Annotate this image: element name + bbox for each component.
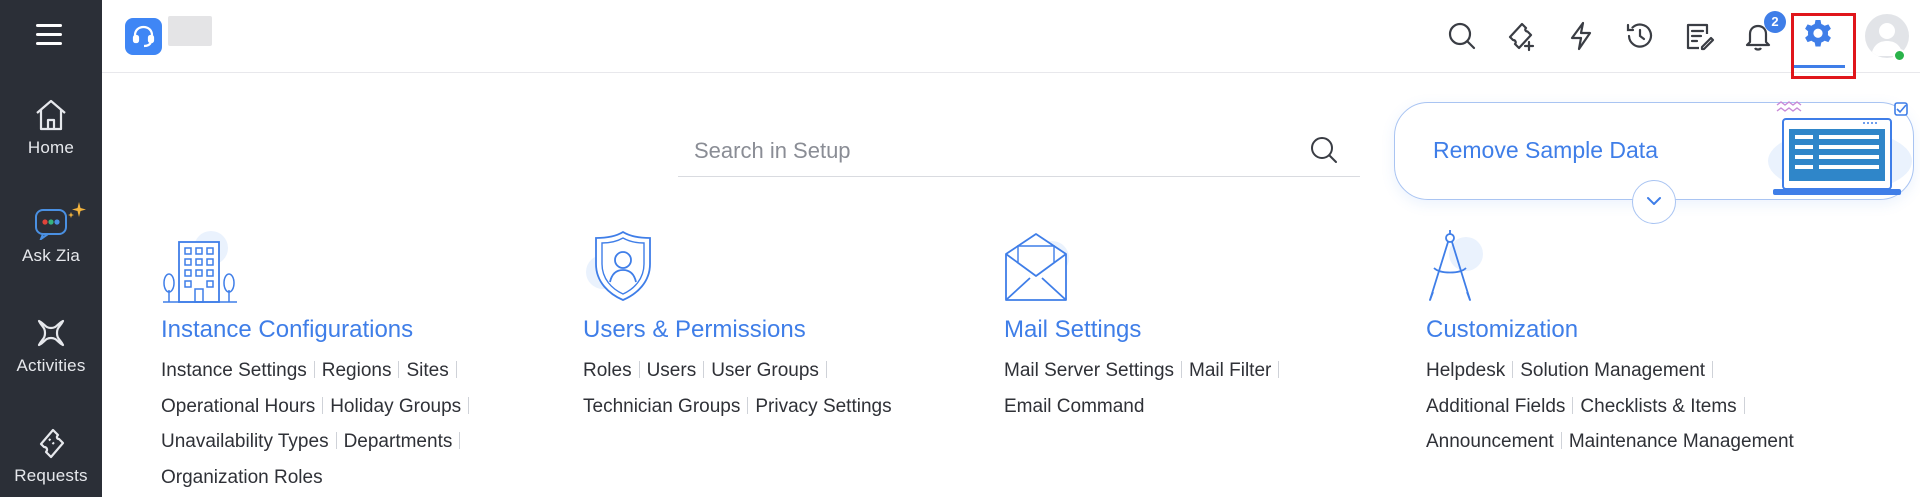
category-instance-configurations: Instance Configurations Instance Setting… <box>161 228 581 495</box>
user-shield-icon <box>586 230 651 301</box>
link-list: Mail Server Settings Mail Filter Email Co… <box>1004 353 1424 424</box>
setup-search-bar <box>678 128 1360 177</box>
sidebar-item-requests[interactable]: Requests <box>0 426 102 486</box>
link-checklists-items[interactable]: Checklists & Items <box>1580 396 1736 417</box>
sidebar-item-ask-zia[interactable]: Ask Zia <box>0 202 102 266</box>
mail-icon <box>1005 233 1069 301</box>
link-list: Instance Settings Regions Sites Operationa… <box>161 353 581 495</box>
remove-sample-data-link[interactable]: Remove Sample Data <box>1433 137 1658 164</box>
link-holiday-groups[interactable]: Holiday Groups <box>330 396 461 417</box>
link-maintenance-management[interactable]: Maintenance Management <box>1569 431 1794 452</box>
separator <box>313 361 315 378</box>
category-title[interactable]: Users & Permissions <box>583 315 1003 345</box>
link-additional-fields[interactable]: Additional Fields <box>1426 396 1565 417</box>
sidebar-item-activities[interactable]: Activities <box>0 316 102 376</box>
hamburger-menu-icon[interactable] <box>36 24 62 46</box>
search-input[interactable] <box>678 128 1298 174</box>
separator <box>1278 361 1280 378</box>
online-status-dot <box>1893 49 1906 62</box>
category-mail-settings: Mail Settings Mail Server Settings Mail F… <box>1004 228 1424 424</box>
link-mail-server-settings[interactable]: Mail Server Settings <box>1004 360 1174 381</box>
separator <box>747 396 749 414</box>
building-icon <box>163 231 237 303</box>
separator <box>322 396 324 414</box>
separator <box>1181 361 1183 378</box>
separator <box>1572 396 1574 414</box>
link-users[interactable]: Users <box>647 360 697 381</box>
separator <box>1712 361 1714 378</box>
data-table-illustration-icon <box>1768 101 1912 195</box>
link-email-command[interactable]: Email Command <box>1004 396 1144 417</box>
link-departments[interactable]: Departments <box>344 431 453 452</box>
separator <box>335 432 337 449</box>
zia-icon <box>35 209 67 240</box>
link-instance-settings[interactable]: Instance Settings <box>161 360 307 381</box>
sidebar-item-label: Activities <box>16 356 86 375</box>
link-announcement[interactable]: Announcement <box>1426 431 1554 452</box>
link-roles[interactable]: Roles <box>583 360 632 381</box>
separator <box>1560 432 1562 449</box>
expand-card-button[interactable] <box>1632 180 1676 224</box>
separator <box>638 361 640 378</box>
link-user-groups[interactable]: User Groups <box>711 360 819 381</box>
left-sidebar: Home Ask Zia Activities Requests <box>0 0 102 497</box>
category-title[interactable]: Instance Configurations <box>161 315 581 345</box>
requests-icon <box>39 428 65 459</box>
link-operational-hours[interactable]: Operational Hours <box>161 396 315 417</box>
sidebar-item-label: Requests <box>14 466 88 485</box>
link-mail-filter[interactable]: Mail Filter <box>1189 360 1271 381</box>
link-helpdesk[interactable]: Helpdesk <box>1426 360 1505 381</box>
separator <box>703 361 705 378</box>
link-unavailability-types[interactable]: Unavailability Types <box>161 431 329 452</box>
link-list: Roles Users User Groups Technician Groups P… <box>583 353 1003 424</box>
quick-actions-icon[interactable] <box>1565 20 1597 52</box>
link-sites[interactable]: Sites <box>406 360 448 381</box>
search-icon[interactable] <box>1308 134 1340 166</box>
sidebar-item-home[interactable]: Home <box>0 98 102 158</box>
separator <box>468 396 470 414</box>
separator <box>398 361 400 378</box>
history-icon[interactable] <box>1624 20 1656 52</box>
app-logo[interactable] <box>125 18 162 55</box>
org-name-placeholder <box>168 16 212 46</box>
link-list: Helpdesk Solution Management Additional F… <box>1426 353 1846 460</box>
category-customization: Customization Helpdesk Solution Managemen… <box>1426 228 1846 460</box>
link-regions[interactable]: Regions <box>322 360 392 381</box>
sparkle-icon <box>68 202 86 218</box>
headset-icon <box>132 25 155 48</box>
notification-count-badge: 2 <box>1764 11 1786 33</box>
sidebar-item-label: Ask Zia <box>21 246 81 265</box>
new-ticket-icon[interactable] <box>1505 20 1537 52</box>
chevron-down-icon <box>1647 197 1661 205</box>
separator <box>1512 361 1514 378</box>
category-users-permissions: Users & Permissions Roles Users User Group… <box>583 228 1003 424</box>
separator <box>825 361 827 378</box>
search-icon[interactable] <box>1446 20 1478 52</box>
activities-icon <box>37 319 65 347</box>
link-technician-groups[interactable]: Technician Groups <box>583 396 740 417</box>
link-privacy-settings[interactable]: Privacy Settings <box>755 396 891 417</box>
separator <box>459 432 461 449</box>
category-title[interactable]: Customization <box>1426 315 1846 345</box>
separator <box>1743 396 1745 414</box>
sidebar-item-label: Home <box>27 138 75 157</box>
link-solution-management[interactable]: Solution Management <box>1520 360 1705 381</box>
compass-icon <box>1429 230 1483 301</box>
category-title[interactable]: Mail Settings <box>1004 315 1424 345</box>
home-icon <box>36 99 66 131</box>
link-organization-roles[interactable]: Organization Roles <box>161 467 323 488</box>
settings-highlight-box <box>1791 13 1856 79</box>
tasks-icon[interactable] <box>1683 20 1715 52</box>
separator <box>455 361 457 378</box>
